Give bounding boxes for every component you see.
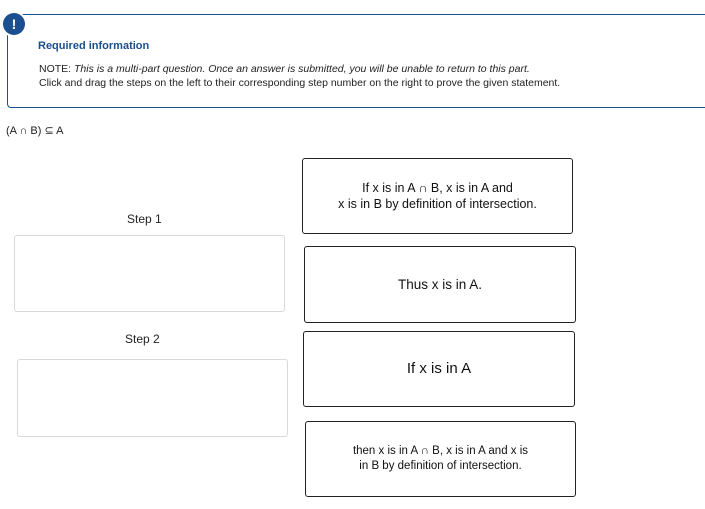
draggable-step-card[interactable]: Thus x is in A. xyxy=(304,246,576,323)
step-2-label: Step 2 xyxy=(125,332,160,346)
note-text: NOTE: This is a multi-part question. Onc… xyxy=(39,63,530,75)
step-1-label: Step 1 xyxy=(127,212,162,226)
draggable-step-card[interactable]: If x is in A ∩ B, x is in A and x is in … xyxy=(302,158,573,234)
step-2-drop-zone[interactable] xyxy=(17,359,288,437)
draggable-step-card[interactable]: then x is in A ∩ B, x is in A and x is i… xyxy=(305,421,576,497)
step-1-drop-zone[interactable] xyxy=(14,235,285,312)
given-statement: (A ∩ B) ⊆ A xyxy=(6,125,64,137)
required-information-panel xyxy=(7,14,705,108)
draggable-step-card[interactable]: If x is in A xyxy=(303,331,575,407)
info-title: Required information xyxy=(38,40,150,52)
instructions-text: Click and drag the steps on the left to … xyxy=(39,77,561,89)
exclamation-icon: ! xyxy=(3,13,25,35)
